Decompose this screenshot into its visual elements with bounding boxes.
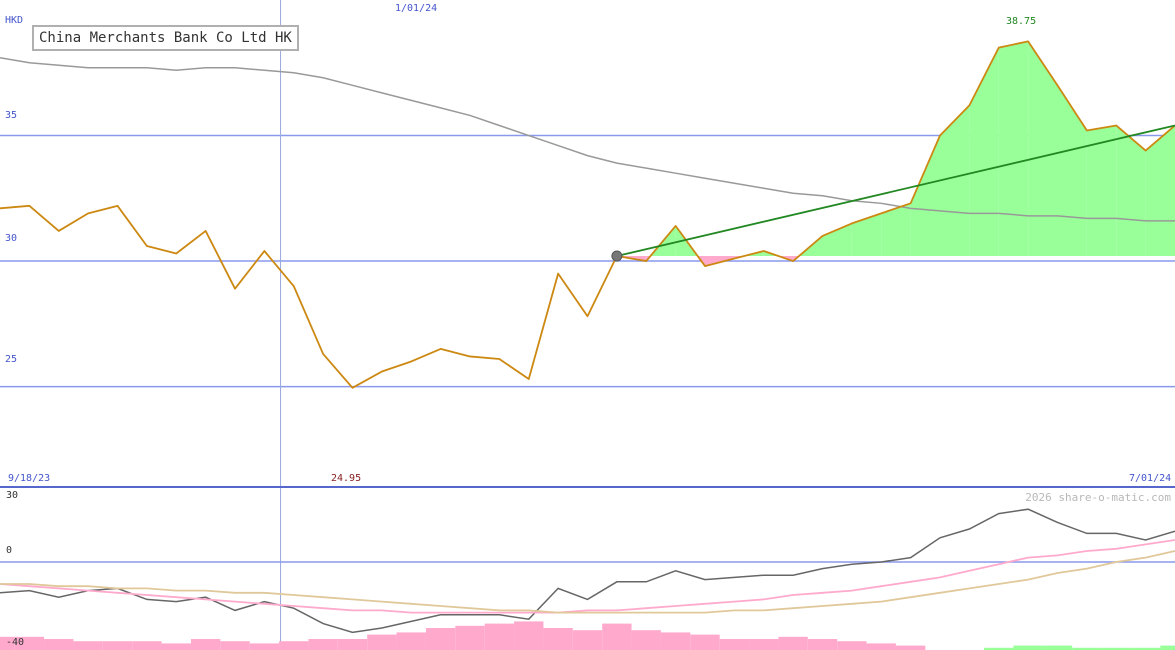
gain-area — [1028, 41, 1058, 257]
date-label-mid: 1/01/24 — [395, 3, 438, 14]
histogram-bar — [572, 630, 603, 650]
histogram-bar — [249, 643, 280, 650]
histogram-bar — [190, 639, 221, 650]
histogram-bar — [895, 645, 926, 650]
gain-area — [998, 41, 1029, 257]
histogram-bar — [161, 643, 191, 650]
gain-area — [1116, 125, 1146, 257]
price-tick-35: 35 — [5, 110, 18, 121]
gain-area — [940, 105, 970, 257]
histogram-bar — [1013, 645, 1043, 650]
histogram-bar — [778, 636, 808, 650]
histogram-bar — [866, 643, 896, 650]
histogram-bar — [660, 632, 691, 650]
histogram-bar — [543, 628, 573, 650]
date-label-end: 7/01/24 — [1129, 473, 1172, 484]
oscillator-tick-0: 0 — [6, 545, 13, 556]
gain-area — [851, 213, 882, 257]
high-price-label: 38.75 — [1006, 16, 1037, 27]
price-tick-30: 30 — [5, 233, 18, 244]
watermark: 2026 share-o-matic.com — [1025, 491, 1171, 504]
histogram-bar — [749, 639, 779, 650]
histogram-bar — [308, 639, 338, 650]
histogram-bar — [1160, 645, 1175, 650]
histogram-bar — [425, 628, 456, 650]
gain-area — [910, 135, 940, 257]
histogram-bar — [367, 634, 397, 650]
price-tick-25: 25 — [5, 354, 18, 365]
signal-slow-line — [0, 550, 1175, 614]
oscillator-tick-neg40: -40 — [6, 637, 25, 648]
gain-area — [969, 47, 999, 257]
histogram-bar — [631, 630, 661, 650]
trend-start-marker — [611, 250, 623, 262]
histogram-bar — [132, 641, 162, 650]
histogram-bar — [690, 634, 720, 650]
histogram-bar — [484, 623, 515, 650]
histogram-bar — [44, 639, 74, 650]
histogram-bar — [837, 641, 867, 650]
histogram-bar — [455, 625, 485, 650]
date-label-start: 9/18/23 — [8, 473, 51, 484]
histogram-bar — [602, 623, 632, 650]
histogram-bar — [102, 641, 133, 650]
chart-title: China Merchants Bank Co Ltd HK — [32, 25, 299, 51]
histogram-bar — [514, 621, 544, 650]
histogram-bar — [396, 632, 426, 650]
histogram-bar — [220, 641, 250, 650]
histogram-bar — [807, 639, 838, 650]
gain-area — [1057, 85, 1087, 257]
histogram-bar — [337, 639, 368, 650]
histogram-bar — [73, 641, 103, 650]
price-chart — [0, 0, 1175, 650]
histogram-bar — [279, 641, 309, 650]
histogram-bar — [719, 639, 750, 650]
currency-label: HKD — [5, 15, 24, 26]
oscillator-line — [0, 508, 1175, 634]
gain-area — [822, 223, 852, 257]
low-price-label: 24.95 — [331, 473, 362, 484]
oscillator-tick-30: 30 — [6, 490, 19, 501]
histogram-bar — [1042, 645, 1073, 650]
gain-area — [1145, 125, 1175, 257]
